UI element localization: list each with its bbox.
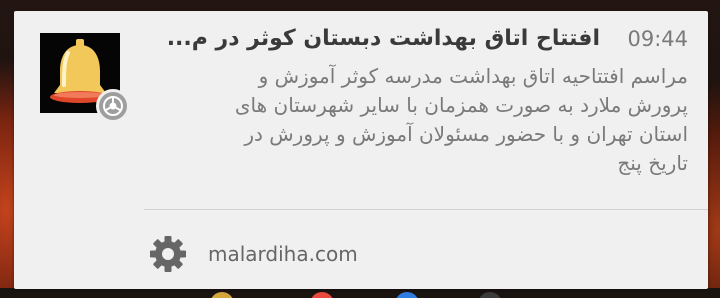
notification-body: مراسم افتتاحیه اتاق بهداشت مدرسه کوثر آم… <box>148 62 688 178</box>
dock-app-icon <box>478 292 502 298</box>
divider <box>144 209 708 210</box>
notification-time: 09:44 <box>627 27 688 51</box>
gear-icon[interactable] <box>147 233 189 275</box>
body-line: استان تهران و با حضور مسئولان آموزش و پر… <box>244 122 688 146</box>
dock-app-icon <box>395 292 419 298</box>
dock-app-icon <box>310 292 334 298</box>
dock-app-icon <box>210 292 234 298</box>
body-line: تاریخ پنج <box>617 151 688 175</box>
notification-title: افتتاح اتاق بهداشت دبستان کوثر در م... <box>166 26 600 51</box>
body-line: پرورش ملارد به صورت همزمان با سایر شهرست… <box>234 93 688 117</box>
body-line: مراسم افتتاحیه اتاق بهداشت مدرسه کوثر آم… <box>258 64 688 88</box>
chrome-icon <box>96 89 130 123</box>
source-domain: malardiha.com <box>208 242 358 266</box>
notification-card[interactable]: 09:44 افتتاح اتاق بهداشت دبستان کوثر در … <box>14 11 708 289</box>
home-dock <box>0 288 720 298</box>
